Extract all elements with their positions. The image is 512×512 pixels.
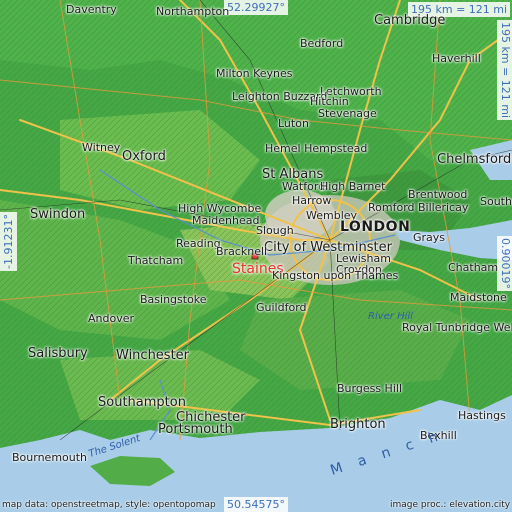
place-kingston: Kingston upon Thames [272,269,399,282]
map-canvas[interactable]: 52.29927° 195 km = 121 mi -1.91231° 0.90… [0,0,512,512]
longitude-right-label: 0.90019° [497,236,512,291]
place-portsmouth: Portsmouth [158,422,233,437]
latitude-top-label: 52.29927° [224,0,288,15]
attribution-right: image proc.: elevation.city [390,500,511,510]
place-hitchin: Hitchin [310,95,349,108]
latitude-bottom-label: 50.54575° [224,497,288,512]
place-southampton: Southampton [98,395,186,410]
place-witney: Witney [82,141,121,154]
place-high-barnet: High Barnet [320,180,386,193]
place-bedford: Bedford [300,37,344,50]
place-watford: Watford [282,180,326,193]
place-burgess-hill: Burgess Hill [337,382,402,395]
place-romford: Romford [368,201,415,214]
place-reading: Reading [176,237,221,250]
place-bracknell: Bracknell [216,245,268,258]
place-harrow: Harrow [292,194,332,207]
place-cambridge: Cambridge [374,13,446,28]
longitude-left-label: -1.91231° [0,212,17,271]
place-maidstone: Maidstone [450,291,507,304]
attribution-left: map data: openstreetmap, style: opentopo… [2,500,216,510]
place-hemel: Hemel Hempstead [265,142,368,155]
place-haverhill: Haverhill [432,52,481,65]
place-maidenhead: Maidenhead [192,214,260,227]
place-high-wycombe: High Wycombe [178,202,262,215]
place-stevenage: Stevenage [318,107,377,120]
place-grays: Grays [413,231,446,244]
place-brighton: Brighton [330,417,386,432]
place-southend: Southend-on-Sea [480,195,512,208]
scale-vertical-label: 195 km = 121 mi [497,20,512,121]
place-guildford: Guildford [256,301,307,314]
place-salisbury: Salisbury [28,346,88,361]
place-swindon: Swindon [30,207,86,222]
place-bournemouth: Bournemouth [12,451,88,464]
place-hastings: Hastings [458,409,506,422]
place-northampton: Northampton [156,5,230,18]
place-slough: Slough [256,224,294,237]
place-london: LONDON [340,219,411,235]
place-milton-keynes: Milton Keynes [216,67,293,80]
place-thatcham: Thatcham [128,254,184,267]
place-brentwood: Brentwood [408,188,468,201]
place-royal-tunbridge: Royal Tunbridge Wells [402,321,512,334]
place-oxford: Oxford [122,149,166,164]
place-winchester: Winchester [116,348,190,363]
place-luton: Luton [278,117,309,130]
place-daventry: Daventry [66,3,117,16]
place-chelmsford: Chelmsford [437,152,512,167]
place-andover: Andover [88,312,135,325]
place-billericay: Billericay [418,201,469,214]
place-chatham: Chatham [448,261,499,274]
place-basingstoke: Basingstoke [140,293,207,306]
